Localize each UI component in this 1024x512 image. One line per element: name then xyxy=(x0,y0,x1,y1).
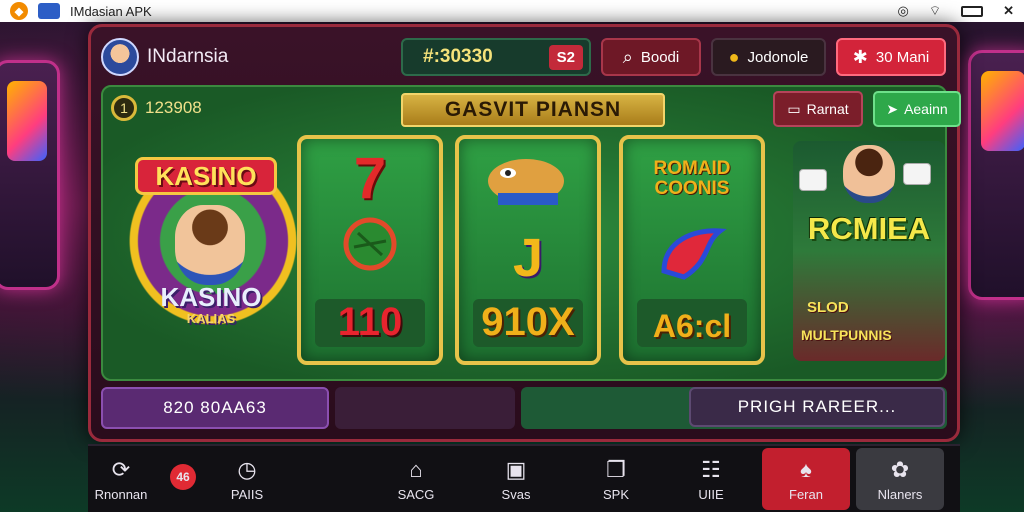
level-value: 123908 xyxy=(145,98,202,117)
dice-icon xyxy=(903,163,931,185)
nav-item-nlaners[interactable]: ✿ Nlaners xyxy=(856,448,944,510)
promo-sub1: SLOD xyxy=(807,299,849,316)
status-bar: ◆ IMdasian APK ◎ ⌔ ✕ xyxy=(0,0,1024,22)
dice-icon xyxy=(799,169,827,191)
level-icon: 1 xyxy=(111,95,137,121)
balance-display: #:30330 S2 xyxy=(401,38,591,76)
user-profile[interactable]: INdarnsia xyxy=(101,38,391,76)
gear-icon: ✿ xyxy=(890,456,910,482)
arrow-icon: ➤ xyxy=(886,100,899,117)
nav-item-spk[interactable]: ❐ SPK xyxy=(566,446,666,512)
reel-2-value: 910X xyxy=(481,300,575,344)
reel-2-symbol: J xyxy=(512,228,544,288)
coin-icon: ● xyxy=(728,46,740,67)
action-bar-right[interactable]: PRIGH RAREER... xyxy=(689,387,945,427)
logo-bottom-sub: KALIAS xyxy=(186,311,236,326)
reset-button[interactable]: ▭ Rarnat xyxy=(773,91,863,127)
level-indicator: 1 123908 xyxy=(111,95,202,121)
user-name: INdarnsia xyxy=(147,46,229,67)
nav-label: Rnonnan xyxy=(94,486,148,502)
mani-label: 30 Mani xyxy=(875,48,930,66)
refresh-icon: ⟳ xyxy=(111,456,131,482)
game-title: GASVIT PIANSN xyxy=(401,93,665,127)
nav-item-uiie[interactable]: ☷ UIIE xyxy=(666,446,756,512)
game-panel: INdarnsia #:30330 S2 ⌕ Boodi ● Jodonole … xyxy=(88,24,961,442)
slot-machine-left xyxy=(0,60,60,290)
board-button[interactable]: ⌕ Boodi xyxy=(601,38,701,76)
info-bar-middle xyxy=(335,387,515,429)
nav-item-feran[interactable]: ♠ Feran xyxy=(762,448,850,510)
close-icon[interactable]: ✕ xyxy=(1003,3,1014,19)
home-icon: ⌂ xyxy=(409,456,423,482)
donate-button[interactable]: ● Jodonole xyxy=(711,38,826,76)
casino-icon: ♠ xyxy=(800,456,812,482)
balance-value: #:30330 xyxy=(423,46,493,67)
nav-label: UIIE xyxy=(698,486,724,502)
info-bar-green: PRIGH RAREER... xyxy=(521,387,947,429)
reel-3-value: A6:cl xyxy=(652,308,732,344)
reel-1-top-symbol: 7 xyxy=(353,146,387,211)
grid-icon: ☷ xyxy=(701,456,721,482)
logo-bottom-text: KASINO KALIAS xyxy=(141,283,281,339)
logo-bottom-main: KASINO xyxy=(160,282,262,312)
avatar[interactable] xyxy=(101,38,139,76)
logo-top-text: KASINO xyxy=(135,157,277,195)
promo-title: RCMIEA xyxy=(807,211,931,246)
nav-label: Svas xyxy=(501,486,531,502)
search-icon: ⌕ xyxy=(622,46,633,67)
slot-machine-right xyxy=(968,50,1024,300)
reel-1[interactable]: 7 110 xyxy=(297,135,443,365)
reel-1-value: 110 xyxy=(337,300,403,344)
app-title: IMdasian APK xyxy=(70,3,152,19)
nav-item-svas[interactable]: ▣ Svas xyxy=(466,446,566,512)
nav-label: SPK xyxy=(602,486,629,502)
battery-icon xyxy=(961,5,984,17)
location-icon: ◎ xyxy=(897,3,909,18)
again-button[interactable]: ➤ Aeainn xyxy=(873,91,961,127)
nav-item-rnonnan[interactable]: ⟳ Rnonnan xyxy=(88,446,154,512)
clock-icon: ◷ xyxy=(237,456,257,482)
watermelon-icon xyxy=(301,217,439,276)
game-icon: ▣ xyxy=(505,456,527,482)
nav-label: PAIIS xyxy=(230,486,264,502)
reset-label: Rarnat xyxy=(806,101,849,117)
bet-amount-bar[interactable]: 820 80AA63 xyxy=(101,387,329,429)
promo-sub2: MULTPUNNIS xyxy=(801,327,892,343)
reel-2[interactable]: J 910X xyxy=(455,135,601,365)
promo-card[interactable]: RCMIEA SLOD MULTPUNNIS xyxy=(793,141,945,361)
app-thumbnail-icon xyxy=(38,3,60,19)
cards-icon: ❐ xyxy=(606,456,626,482)
game-area: 1 123908 GASVIT PIANSN ▭ Rarnat ➤ Aeainn… xyxy=(101,85,961,381)
nav-item-paiis[interactable]: ◷ PAIIS xyxy=(212,446,282,512)
nav-label: SACG xyxy=(397,486,435,502)
bottom-navigation: ⟳ Rnonnan 46 ◷ PAIIS ⌂ SACG ▣ Svas ❐ SPK… xyxy=(88,444,960,512)
donate-label: Jodonole xyxy=(747,48,809,66)
flame-icon xyxy=(623,221,761,290)
reel-3-top-text: ROMAID COONIS xyxy=(653,158,731,199)
nav-item-sacg[interactable]: ⌂ SACG xyxy=(366,446,466,512)
reel-3[interactable]: ROMAID COONIS A6:cl xyxy=(619,135,765,365)
gear-icon: ✱ xyxy=(852,46,868,67)
nav-label: Nlaners xyxy=(877,486,923,502)
fox-logo-icon: ◆ xyxy=(10,2,28,20)
reset-icon: ▭ xyxy=(787,100,801,117)
board-label: Boodi xyxy=(640,48,680,66)
camel-icon xyxy=(459,143,597,218)
chip-icon: 46 xyxy=(170,464,196,490)
nav-item-chip[interactable]: 46 xyxy=(154,446,212,512)
balance-badge[interactable]: S2 xyxy=(548,44,583,70)
bottom-info-row: 820 80AA63 PRIGH RAREER... xyxy=(101,387,947,431)
wifi-icon: ⌔ xyxy=(928,3,942,18)
mani-button[interactable]: ✱ 30 Mani xyxy=(836,38,946,76)
promo-face xyxy=(843,145,895,203)
nav-label: Feran xyxy=(789,486,823,502)
again-label: Aeainn xyxy=(904,101,948,117)
mascot-face xyxy=(175,205,245,285)
top-bar: INdarnsia #:30330 S2 ⌕ Boodi ● Jodonole … xyxy=(101,33,947,81)
